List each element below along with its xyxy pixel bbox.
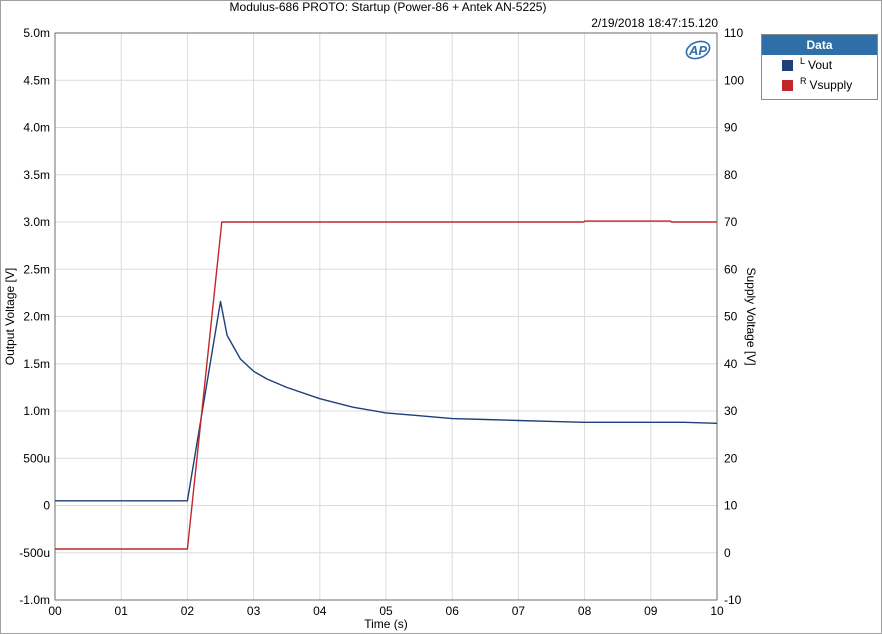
legend-swatch-vout	[782, 60, 793, 71]
y-tick-label: 1.0m	[23, 404, 50, 418]
chart-canvas: 00 01 02 03 04 05 06 07 08 09 105.0m4.5m4.0m3.5m3.…	[3, 26, 758, 631]
ap-logo-text: AP	[688, 43, 707, 58]
y-axis-label: Output Voltage [V]	[3, 268, 17, 365]
x-tick-label: 00	[48, 604, 62, 618]
y2-tick-label: 90	[724, 121, 738, 135]
y-tick-label: -1.0m	[19, 593, 50, 607]
x-tick-label: 06	[446, 604, 460, 618]
y2-tick-label: 100	[724, 73, 744, 87]
y2-tick-label: 80	[724, 168, 738, 182]
y-tick-label: 3.0m	[23, 215, 50, 229]
y-tick-label: 4.5m	[23, 73, 50, 87]
legend-label-vout: Vout	[808, 58, 833, 72]
y2-tick-label: 70	[724, 215, 738, 229]
x-tick-label: 09	[644, 604, 658, 618]
y-tick-label: 2.0m	[23, 310, 50, 324]
y2-tick-label: 10	[724, 499, 738, 513]
x-tick-label: 10	[710, 604, 724, 618]
chart-title: Modulus-686 PROTO: Startup (Power-86 + A…	[229, 0, 547, 14]
x-tick-label: 08	[578, 604, 592, 618]
y2-tick-label: 30	[724, 404, 738, 418]
y2-tick-label: 50	[724, 310, 738, 324]
legend-label-vsupply: Vsupply	[809, 78, 853, 92]
legend-swatch-vsupply	[782, 80, 793, 91]
legend: Data L Vout R Vsupply	[761, 34, 878, 100]
y-tick-label: 1.5m	[23, 357, 50, 371]
x-axis-label: Time (s)	[364, 617, 408, 631]
y-tick-label: -500u	[19, 546, 50, 560]
y2-tick-label: 40	[724, 357, 738, 371]
y-tick-label: 5.0m	[23, 26, 50, 40]
legend-item-vsupply[interactable]: R Vsupply	[762, 75, 877, 95]
legend-item-vout[interactable]: L Vout	[762, 55, 877, 75]
x-tick-label: 03	[247, 604, 261, 618]
y-tick-label: 4.0m	[23, 121, 50, 135]
y-tick-label: 2.5m	[23, 262, 50, 276]
timestamp: 2/19/2018 18:47:15.120	[591, 16, 718, 30]
y2-tick-label: 110	[724, 26, 743, 40]
y-tick-label: 3.5m	[23, 168, 50, 182]
legend-header: Data	[762, 35, 877, 55]
y2-tick-label: 60	[724, 262, 738, 276]
y-tick-label: 500u	[23, 451, 50, 465]
x-tick-label: 02	[181, 604, 195, 618]
y2-axis-label: Supply Voltage [V]	[744, 267, 758, 365]
y-tick-label: 0	[43, 499, 50, 513]
x-tick-label: 01	[115, 604, 129, 618]
y2-tick-label: 20	[724, 451, 738, 465]
ap-logo-icon: AP	[685, 40, 711, 60]
x-tick-label: 05	[379, 604, 393, 618]
y2-tick-label: 0	[724, 546, 731, 560]
x-tick-label: 07	[512, 604, 526, 618]
x-tick-label: 04	[313, 604, 327, 618]
y2-tick-label: -10	[724, 593, 742, 607]
legend-channel-vout: L	[800, 56, 806, 66]
legend-channel-vsupply: R	[800, 76, 807, 86]
